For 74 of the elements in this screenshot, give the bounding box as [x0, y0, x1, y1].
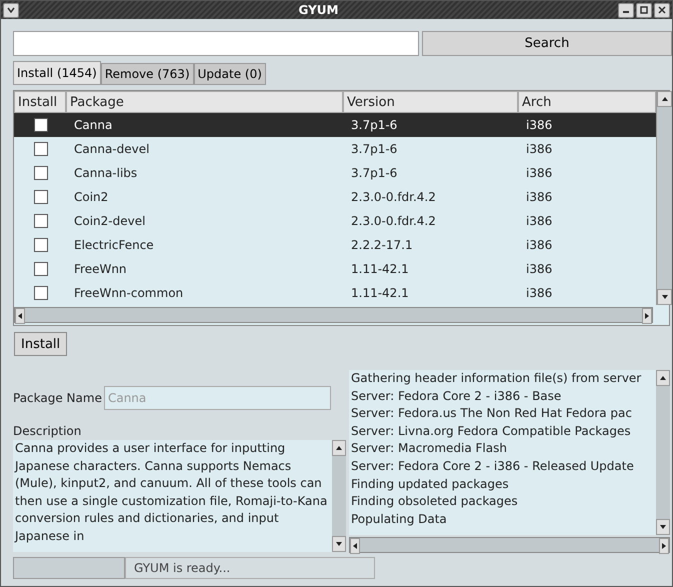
close-icon[interactable] — [658, 6, 666, 14]
checkbox[interactable] — [34, 286, 48, 300]
log-line: Populating Data — [351, 510, 448, 528]
horizontal-scrollbar[interactable] — [14, 307, 653, 323]
scroll-right-arrow-icon[interactable] — [643, 312, 651, 320]
window-title: GYUM — [298, 3, 340, 17]
search-field[interactable] — [13, 31, 419, 56]
log-line: Server: Livna.org Fedora Compatible Packages — [351, 422, 632, 440]
scroll-left-arrow-icon[interactable] — [351, 542, 359, 550]
vertical-scrollbar[interactable] — [656, 370, 670, 535]
table-cell-text: i386 — [525, 213, 554, 230]
table-cell-text: i386 — [525, 165, 554, 182]
scroll-down-arrow-icon[interactable] — [659, 523, 667, 531]
log-line: Server: Fedora Core 2 - i386 - Base — [351, 388, 562, 405]
table-cell-text: 3.7p1-6 — [350, 141, 398, 158]
checkbox[interactable] — [34, 166, 48, 180]
scroll-down-arrow-icon[interactable] — [660, 293, 668, 301]
table-cell-text: 2.2.2-17.1 — [350, 237, 414, 254]
description-text: Canna provides a user interface for inputting Japanese characters. Canna supports Nemacs (Mule), kinput2, and canuum. All of these tools can then use a single customization file, Romaji-to-Kana conversion rules and dictionaries, and input Japanese in — [13, 440, 332, 552]
table-cell-text: ElectricFence — [73, 237, 155, 254]
table-cell-text: 3.7p1-6 — [350, 165, 398, 182]
vertical-scrollbar[interactable] — [332, 440, 346, 552]
checkbox[interactable] — [34, 214, 48, 228]
tab[interactable]: Remove (763) — [100, 63, 194, 85]
table-cell-text: 1.11-42.1 — [350, 285, 410, 302]
table-cell-text: Canna-libs — [73, 165, 138, 182]
table-cell-text: FreeWnn — [73, 261, 128, 278]
table-cell-text: Coin2 — [73, 189, 110, 206]
table-cell-text: 2.3.0-0.fdr.4.2 — [350, 213, 437, 230]
vertical-scrollbar[interactable] — [656, 91, 672, 305]
scroll-right-arrow-icon[interactable] — [660, 542, 668, 550]
maximize-icon[interactable] — [640, 6, 648, 14]
log-line: Server: Macromedia Flash — [351, 440, 508, 458]
scroll-up-arrow-icon[interactable] — [335, 444, 343, 452]
table-cell-text: Coin2-devel — [73, 213, 146, 230]
scroll-down-arrow-icon[interactable] — [335, 540, 343, 548]
checkbox[interactable] — [34, 190, 48, 204]
table-cell-text: i386 — [525, 261, 554, 278]
status-text: GYUM is ready... — [125, 557, 375, 579]
checkbox[interactable] — [34, 118, 48, 132]
log-line: Gathering header information file(s) from server — [351, 370, 642, 387]
table-cell: 3.7p1-6 — [343, 113, 518, 137]
log-line: Server: Fedora.us The Non Red Hat Fedora pac — [351, 405, 633, 422]
tab[interactable]: Update (0) — [194, 63, 266, 85]
table-cell-text: i386 — [525, 237, 554, 254]
field-label: Description — [13, 424, 82, 438]
table-cell-text: Canna-devel — [73, 141, 150, 158]
column-header[interactable]: Package — [66, 91, 343, 113]
table-cell-text: 1.11-42.1 — [350, 261, 410, 278]
table-cell: i386 — [518, 113, 656, 137]
checkbox[interactable] — [34, 238, 48, 252]
column-header[interactable]: Version — [343, 91, 518, 113]
search-button[interactable]: Search — [422, 31, 672, 56]
log-line: Finding obsoleted packages — [351, 493, 519, 510]
table-cell-text: i386 — [525, 189, 554, 206]
scroll-up-arrow-icon[interactable] — [659, 374, 667, 382]
install-button[interactable]: Install — [14, 332, 68, 356]
checkbox[interactable] — [34, 262, 48, 276]
horizontal-scrollbar[interactable] — [349, 537, 670, 553]
field-label: Package Name — [13, 391, 102, 405]
table-cell-text: i386 — [525, 285, 554, 302]
column-header[interactable]: Install — [14, 91, 66, 113]
table-cell-text: FreeWnn-common — [73, 285, 184, 302]
table-cell: Canna — [66, 113, 343, 137]
checkbox[interactable] — [34, 142, 48, 156]
scroll-up-arrow-icon[interactable] — [660, 95, 668, 103]
menu-icon[interactable] — [7, 7, 15, 13]
scroll-left-arrow-icon[interactable] — [16, 312, 24, 320]
table-cell-text: i386 — [525, 141, 554, 158]
column-header[interactable]: Arch — [518, 91, 656, 113]
tab[interactable]: Install (1454) — [13, 61, 101, 85]
log-line: Finding updated packages — [351, 476, 510, 493]
table-cell-text: 2.3.0-0.fdr.4.2 — [350, 189, 437, 206]
log-line: Server: Fedora Core 2 - i386 - Released Update — [351, 458, 635, 475]
